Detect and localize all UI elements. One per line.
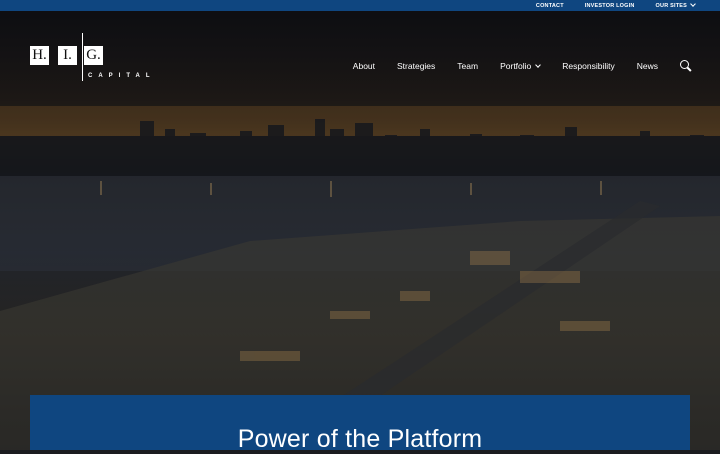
logo-letter-g: G. (84, 46, 103, 65)
utility-links: CONTACT INVESTOR LOGIN OUR SITES (536, 0, 696, 11)
nav-strategies[interactable]: Strategies (397, 61, 435, 71)
our-sites-dropdown[interactable]: OUR SITES (655, 0, 696, 9)
chevron-down-icon (690, 0, 696, 7)
hero-panel: Power of the Platform (30, 395, 690, 453)
nav-portfolio-label: Portfolio (500, 61, 532, 71)
hig-capital-logo[interactable]: H. I. G. CAPITAL (30, 33, 150, 83)
nav-about[interactable]: About (353, 61, 375, 71)
utility-bar: CONTACT INVESTOR LOGIN OUR SITES (0, 0, 720, 11)
nav-team[interactable]: Team (457, 61, 478, 71)
contact-link[interactable]: CONTACT (536, 3, 564, 9)
nav-news[interactable]: News (637, 61, 658, 71)
nav-portfolio[interactable]: Portfolio (500, 61, 542, 71)
nav-responsibility[interactable]: Responsibility (562, 61, 614, 71)
search-icon[interactable] (680, 60, 692, 72)
logo-divider (82, 33, 83, 81)
chevron-down-icon (535, 62, 542, 68)
investor-login-link[interactable]: INVESTOR LOGIN (585, 3, 635, 9)
logo-tagline: CAPITAL (88, 73, 156, 79)
logo-letter-h: H. (30, 46, 49, 65)
hero-section: H. I. G. CAPITAL About Strategies Team P… (0, 11, 720, 450)
logo-letter-i: I. (58, 46, 77, 65)
main-navigation: About Strategies Team Portfolio Responsi… (331, 59, 692, 73)
our-sites-label: OUR SITES (655, 2, 687, 9)
